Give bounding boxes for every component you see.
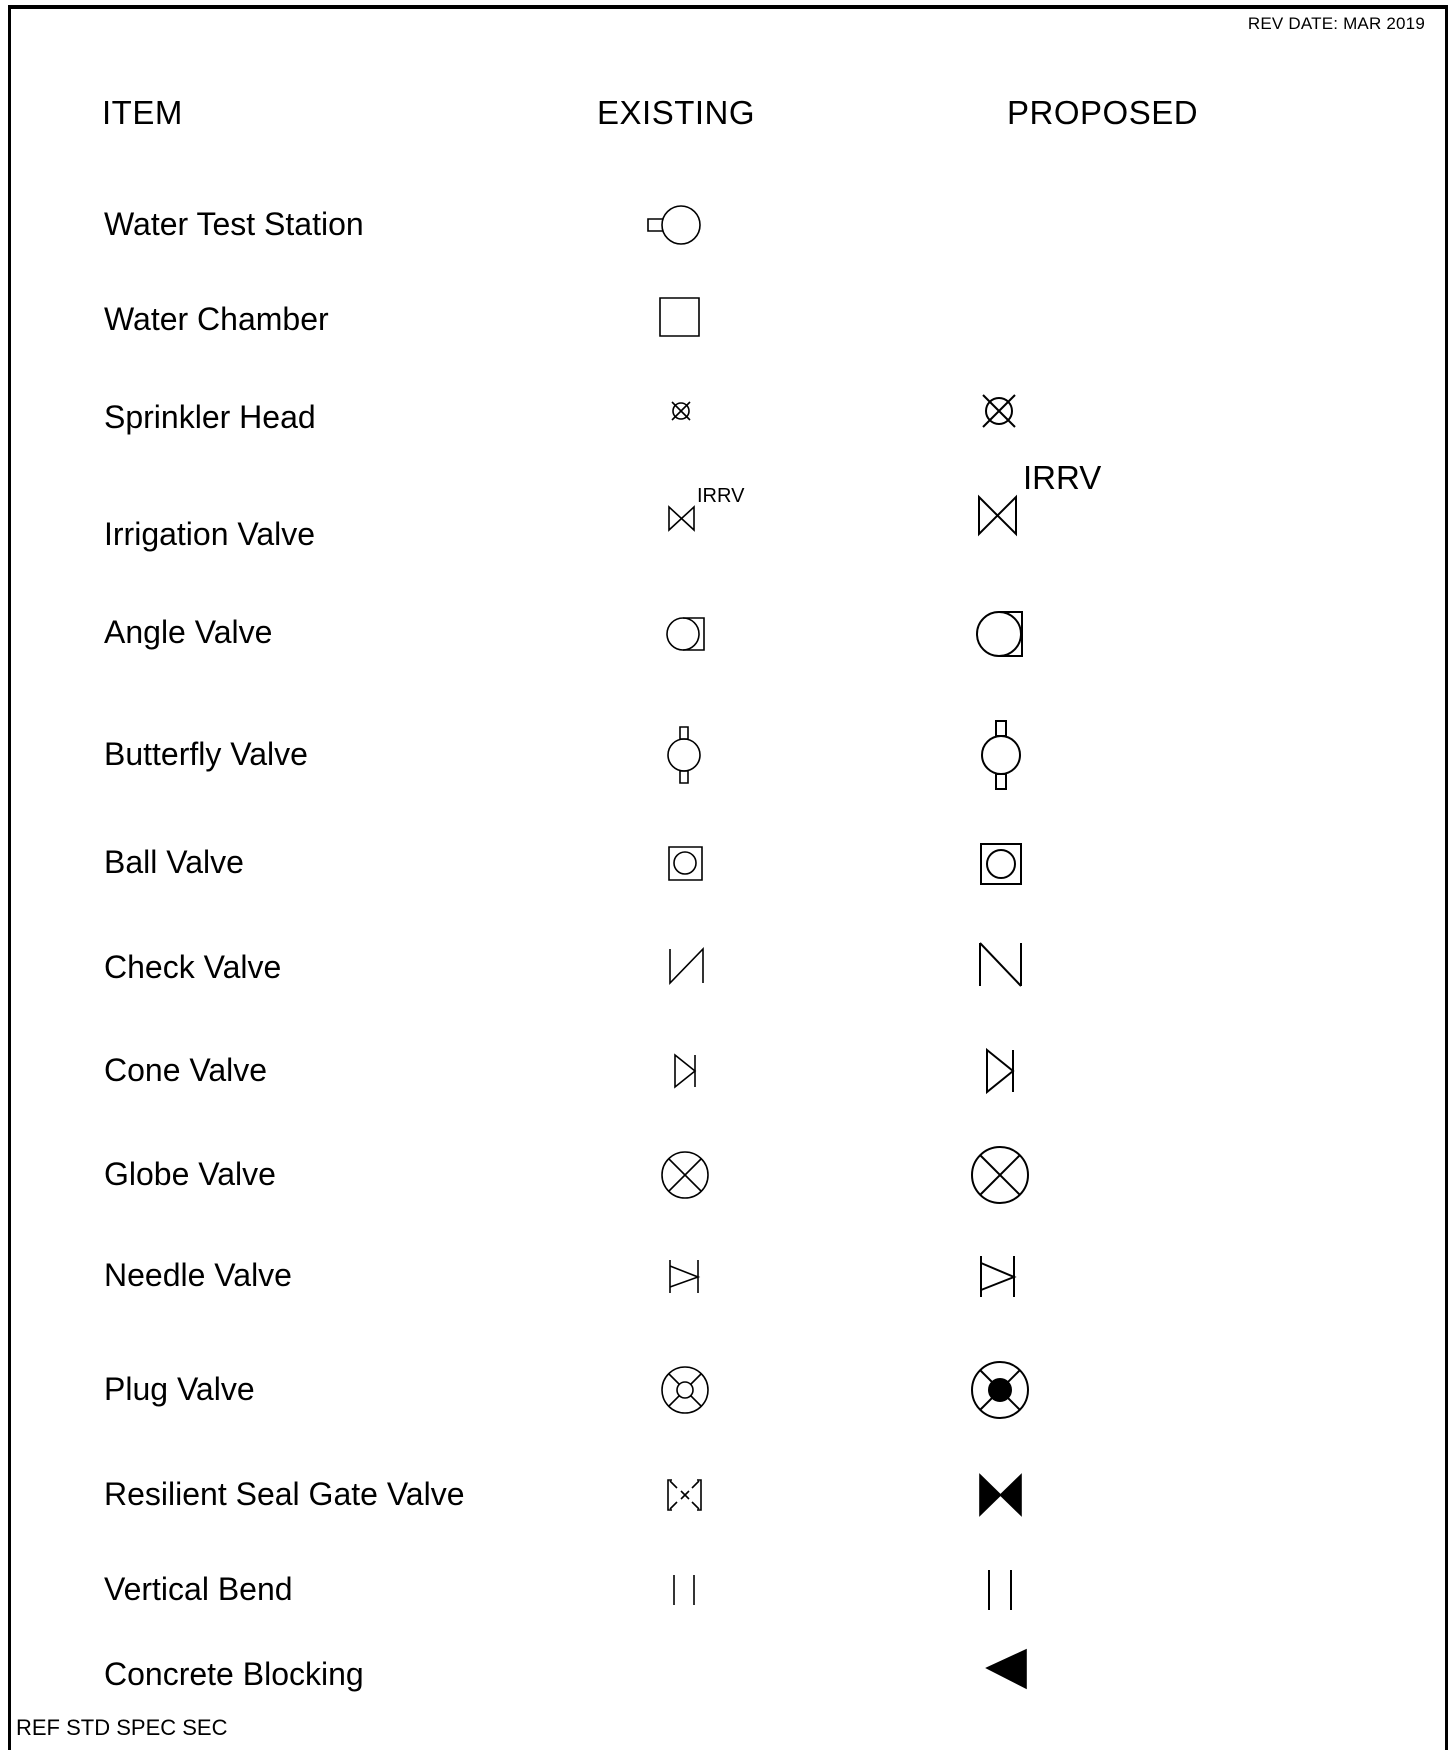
plug-valve-icon	[662, 1367, 708, 1413]
symbol-layer: IRRV IRRV	[0, 0, 1101, 1739]
water-test-station-icon	[648, 206, 700, 244]
globe-valve-icon	[972, 1147, 1028, 1203]
sprinkler-head-icon	[672, 402, 690, 420]
concrete-blocking-icon	[987, 1650, 1026, 1688]
irrigation-valve-proposed-label: IRRV	[1023, 459, 1101, 496]
plug-valve-filled-icon	[972, 1362, 1028, 1418]
angle-valve-icon	[667, 618, 704, 650]
vertical-bend-icon	[674, 1575, 694, 1605]
water-chamber-icon	[660, 298, 699, 336]
resilient-seal-gate-valve-filled-icon	[980, 1475, 1021, 1515]
irrigation-valve-existing-label: IRRV	[697, 485, 745, 507]
ball-valve-icon	[669, 847, 702, 880]
vertical-bend-icon	[989, 1570, 1011, 1610]
resilient-seal-gate-valve-icon	[668, 1480, 701, 1510]
needle-valve-icon	[670, 1260, 698, 1293]
ball-valve-icon	[981, 844, 1021, 884]
sprinkler-head-icon	[983, 395, 1015, 427]
irrigation-valve-icon	[979, 497, 1016, 534]
butterfly-valve-icon	[668, 727, 700, 783]
check-valve-icon	[670, 949, 703, 983]
reference-spec-section: REF STD SPEC SEC	[16, 1715, 228, 1740]
needle-valve-icon	[981, 1256, 1014, 1297]
cone-valve-icon	[987, 1050, 1013, 1092]
butterfly-valve-icon	[982, 721, 1020, 789]
check-valve-icon	[980, 943, 1021, 986]
cone-valve-icon	[675, 1055, 695, 1087]
globe-valve-icon	[662, 1152, 708, 1198]
angle-valve-icon	[977, 612, 1022, 656]
irrigation-valve-icon	[669, 507, 694, 530]
